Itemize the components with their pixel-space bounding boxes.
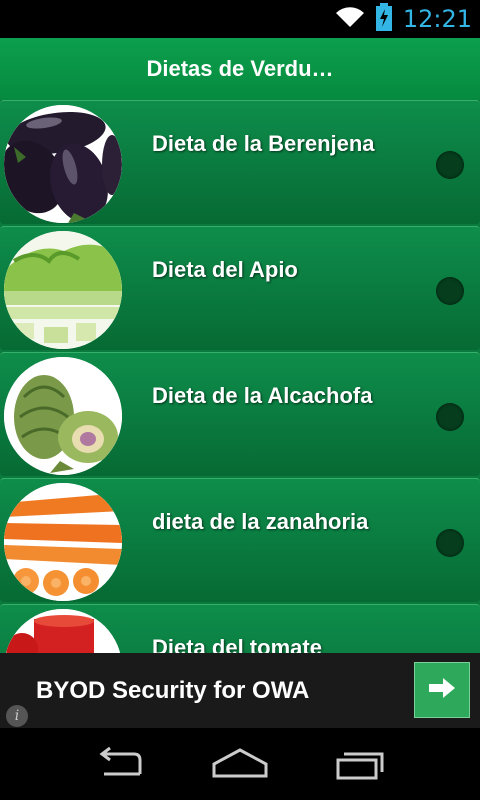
radio-button[interactable] [436, 403, 464, 431]
back-button[interactable] [90, 746, 150, 782]
clock-time: 12:21 [402, 5, 472, 33]
radio-button[interactable] [436, 529, 464, 557]
item-label: Dieta del tomate [152, 635, 322, 653]
radio-button[interactable] [436, 151, 464, 179]
status-bar: 12:21 [0, 0, 480, 38]
arrow-right-icon [427, 676, 457, 705]
home-button[interactable] [210, 746, 270, 782]
celery-image [4, 231, 122, 349]
list-item-berenjena[interactable]: Dieta de la Berenjena [0, 100, 480, 224]
item-label: Dieta del Apio [152, 257, 298, 282]
tomato-image [4, 609, 122, 653]
list-item-tomate[interactable]: Dieta del tomate [0, 604, 480, 653]
recent-apps-icon [336, 752, 384, 780]
item-label: dieta de la zanahoria [152, 509, 369, 534]
ad-arrow-button[interactable] [414, 662, 470, 718]
list-item-apio[interactable]: Dieta del Apio [0, 226, 480, 350]
battery-icon [375, 2, 393, 36]
ad-banner[interactable]: BYOD Security for OWA i [0, 653, 480, 728]
carrot-image [4, 483, 122, 601]
artichoke-image [4, 357, 122, 475]
status-icons: 12:21 [335, 0, 472, 38]
page-title: Dietas de Verdu… [146, 56, 334, 81]
home-icon [212, 748, 268, 778]
list-item-zanahoria[interactable]: dieta de la zanahoria [0, 478, 480, 602]
item-label: Dieta de la Alcachofa [152, 383, 373, 408]
action-bar: Dietas de Verdu… [0, 38, 480, 100]
wifi-icon [335, 5, 365, 34]
item-label: Dieta de la Berenjena [152, 131, 375, 156]
recent-apps-button[interactable] [330, 746, 390, 782]
list-item-alcachofa[interactable]: Dieta de la Alcachofa [0, 352, 480, 476]
info-icon[interactable]: i [6, 705, 28, 727]
ad-text[interactable]: BYOD Security for OWA [36, 653, 309, 728]
eggplant-image [4, 105, 122, 223]
diet-list[interactable]: Dieta de la Berenjena Dieta del Apio Die… [0, 100, 480, 653]
back-icon [99, 746, 142, 776]
navigation-bar [0, 728, 480, 800]
radio-button[interactable] [436, 277, 464, 305]
